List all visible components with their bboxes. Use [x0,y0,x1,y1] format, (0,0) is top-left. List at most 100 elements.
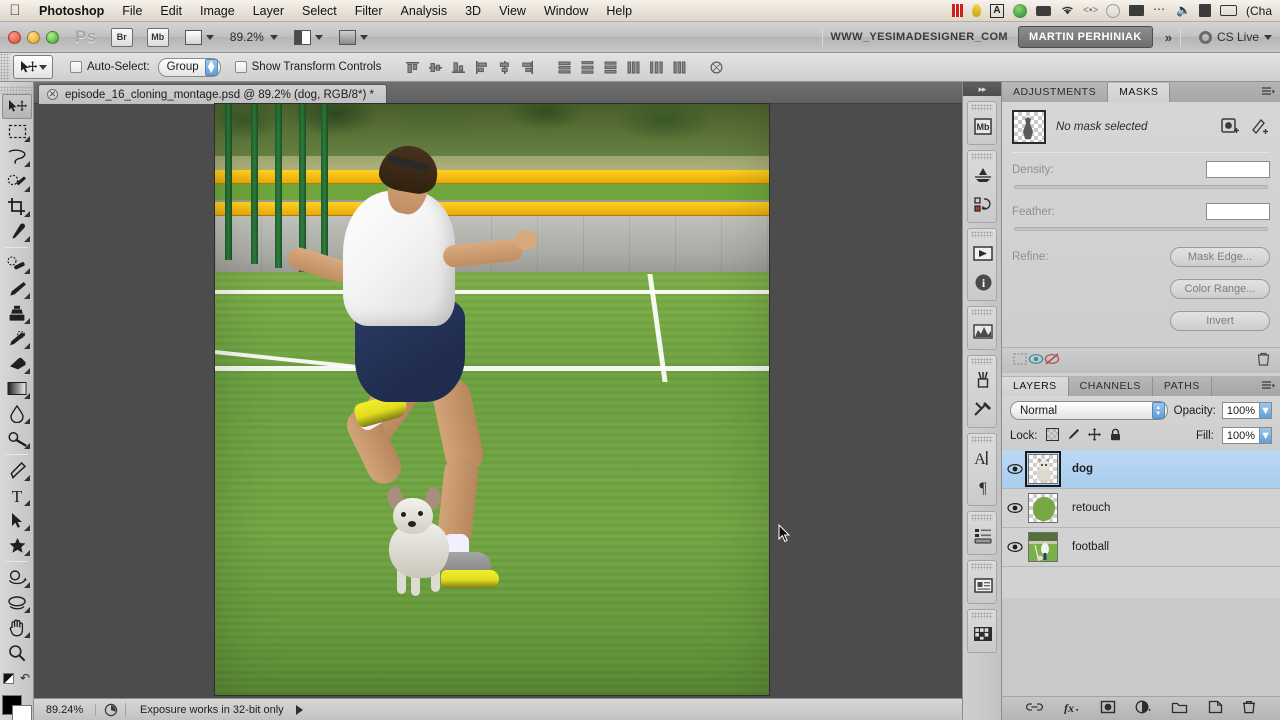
green-oval-icon[interactable] [1012,3,1027,18]
launch-mini-bridge-button[interactable]: Mb [146,27,169,47]
tool-3d-object-rotate-tool[interactable] [2,565,32,590]
tool-spot-healing-brush-tool[interactable] [2,251,32,276]
align-left-edges-icon[interactable] [471,57,491,77]
dock-group-grip[interactable] [971,612,993,619]
menu-item-window[interactable]: Window [535,0,597,22]
dock-group-grip[interactable] [971,231,993,238]
zoom-chevron-down-icon[interactable] [269,34,278,40]
opacity-field[interactable]: 100% ▼ [1221,402,1272,419]
apply-mask-icon[interactable] [1028,352,1044,369]
align-vertical-centers-icon[interactable] [425,57,445,77]
dock-group-grip[interactable] [971,104,993,111]
dots-icon[interactable]: ⋯ [1153,3,1167,18]
menu-item-3d[interactable]: 3D [456,0,490,22]
invert-button[interactable]: Invert [1170,311,1270,331]
tab-paths[interactable]: PATHS [1152,377,1212,396]
delete-mask-icon[interactable] [1257,352,1270,369]
add-vector-mask-icon[interactable] [1250,117,1270,137]
eject-icon[interactable] [1219,5,1237,16]
tools-panel-grip[interactable] [0,86,33,94]
tab-adjustments[interactable]: ADJUSTMENTS [1002,83,1109,102]
close-icon[interactable]: ✕ [47,89,58,100]
fill-field[interactable]: 100% ▼ [1221,427,1272,444]
default-colors-icon[interactable] [2,672,14,684]
kuler-icon[interactable] [968,239,998,267]
distribute-vertical-centers-icon[interactable] [577,57,597,77]
menu-item-view[interactable]: View [490,0,535,22]
menu-item-filter[interactable]: Filter [346,0,392,22]
menu-item-image[interactable]: Image [191,0,244,22]
tab-masks[interactable]: MASKS [1108,83,1171,102]
options-bar-grip[interactable] [0,53,10,81]
history-icon[interactable] [968,161,998,189]
character-icon[interactable]: A [968,444,998,472]
distribute-bottom-edges-icon[interactable] [600,57,620,77]
menu-item-analysis[interactable]: Analysis [392,0,457,22]
lock-transparency-icon[interactable] [1045,427,1059,444]
dock-group-grip[interactable] [971,309,993,316]
tool-path-selection-tool[interactable] [2,508,32,533]
screen-mode-button[interactable] [338,29,368,45]
delete-layer-icon[interactable] [1242,700,1256,717]
menu-item-edit[interactable]: Edit [151,0,191,22]
layer-visibility-toggle[interactable] [1002,541,1028,553]
tool-clone-stamp-tool[interactable] [2,301,32,326]
layer-name-football[interactable]: football [1058,541,1109,553]
disable-mask-icon[interactable] [1044,352,1060,369]
color-range-button[interactable]: Color Range... [1170,279,1270,299]
yellow-drop-icon[interactable] [971,4,981,17]
layer-style-icon[interactable]: fx [1062,701,1080,717]
lock-position-icon[interactable] [1087,427,1101,444]
menu-item-select[interactable]: Select [293,0,346,22]
clock-icon[interactable] [1105,3,1120,18]
status-zoom-level[interactable]: 89.24% [34,703,96,716]
play-arrow-icon[interactable] [295,704,303,715]
layer-visibility-toggle[interactable] [1002,463,1028,475]
layer-visibility-toggle[interactable] [1002,502,1028,514]
tool-gradient-tool[interactable] [2,376,32,401]
tool-custom-shape-tool[interactable] [2,533,32,558]
dock-group-grip[interactable] [971,563,993,570]
distribute-right-edges-icon[interactable] [669,57,689,77]
density-slider[interactable] [1014,185,1268,189]
lock-all-icon[interactable] [1109,428,1122,444]
zoom-window-button[interactable] [46,30,59,44]
align-horizontal-centers-icon[interactable] [494,57,514,77]
show-transform-controls-checkbox[interactable] [234,61,247,73]
link-layers-icon[interactable] [1025,701,1043,716]
layer-row-retouch[interactable]: retouch [1002,489,1280,528]
tool-blur-tool[interactable] [2,401,32,426]
menu-item-file[interactable]: File [113,0,151,22]
layer-thumbnail-dog[interactable] [1025,451,1061,487]
layer-name-retouch[interactable]: retouch [1058,502,1110,514]
blend-mode-select[interactable]: Normal ▲ ▼ [1010,401,1168,420]
actions-icon[interactable] [968,190,998,218]
add-pixel-mask-icon[interactable] [1220,117,1240,137]
add-layer-mask-icon[interactable] [1100,700,1116,717]
swatches-grid-icon[interactable] [968,620,998,648]
current-tool-button[interactable] [13,55,53,79]
overflow-chevrons-icon[interactable]: » [1165,30,1172,45]
align-top-edges-icon[interactable] [402,57,422,77]
dock-group-grip[interactable] [971,358,993,365]
calendar-icon[interactable] [1198,4,1211,17]
view-extras-button[interactable] [184,29,214,45]
tab-layers[interactable]: LAYERS [1002,377,1069,396]
info-icon[interactable]: i [968,268,998,296]
layer-thumbnail-football[interactable] [1028,532,1058,562]
volume-icon[interactable]: 🔈 [1176,3,1191,18]
author-badge[interactable]: MARTIN PERHINIAK [1018,26,1153,48]
code-brackets-icon[interactable]: <•> [1083,4,1098,18]
panel-menu-icon[interactable] [1261,380,1275,395]
tool-rectangular-marquee-tool[interactable] [2,119,32,144]
adobe-a-icon[interactable]: A [989,3,1004,18]
tool-zoom-tool[interactable] [2,640,32,665]
arrange-documents-button[interactable] [293,29,323,45]
opacity-stepper-icon[interactable]: ▼ [1259,403,1271,418]
align-bottom-edges-icon[interactable] [448,57,468,77]
tab-channels[interactable]: CHANNELS [1068,377,1153,396]
align-right-edges-icon[interactable] [517,57,537,77]
cs-live-button[interactable]: CS Live [1198,30,1280,44]
minimize-window-button[interactable] [27,30,40,44]
feather-input[interactable] [1206,203,1270,220]
